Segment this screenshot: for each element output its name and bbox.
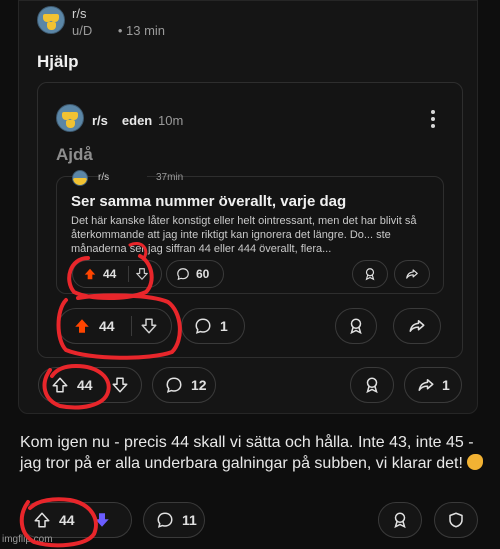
post-title: Hjälp (37, 52, 79, 71)
comment-count: 60 (196, 267, 210, 281)
crosspost-share-button[interactable] (393, 308, 441, 344)
original-vote-pill: 44 (72, 260, 162, 288)
crosspost-subreddit[interactable]: r/s eden (92, 113, 152, 128)
share-icon (417, 376, 435, 394)
comment-count: 11 (182, 512, 197, 528)
imgflip-watermark: imgflip.com (2, 534, 53, 545)
original-share-button[interactable] (394, 260, 430, 288)
crosspost-award-button[interactable] (335, 308, 377, 344)
original-comments-button[interactable]: 60 (166, 260, 224, 288)
post-award-button[interactable] (350, 367, 394, 403)
post-subreddit[interactable]: r/s (72, 6, 147, 21)
original-title: Ser samma nummer överallt, varje dag (71, 193, 347, 210)
comment-award-button[interactable] (378, 502, 422, 538)
original-time: 37min (156, 172, 184, 183)
post-share-button[interactable]: 1 (404, 367, 462, 403)
original-subreddit[interactable]: r/s (98, 172, 148, 183)
post-meta: u/D • 13 min (72, 23, 165, 38)
share-icon (408, 317, 426, 335)
upvote-count: 44 (103, 267, 117, 281)
upvote-icon[interactable] (33, 511, 51, 529)
award-icon (363, 267, 377, 281)
crosspost-comments-button[interactable]: 1 (181, 308, 245, 344)
upvote-icon[interactable] (83, 267, 97, 281)
crosspost-vote-pill: 44 (58, 308, 172, 344)
vote-divider (130, 315, 132, 337)
comment-text: Kom igen nu - precis 44 skall vi sätta o… (20, 432, 488, 474)
upvote-icon[interactable] (73, 317, 91, 335)
award-icon (391, 511, 409, 529)
comment-shield-button[interactable] (434, 502, 478, 538)
comment-icon (156, 511, 174, 529)
comment-count: 1 (220, 318, 228, 334)
downvote-icon[interactable] (93, 511, 111, 529)
comment-icon (194, 317, 212, 335)
crosspost-time: 10m (158, 113, 184, 128)
downvote-icon[interactable] (135, 267, 149, 281)
vote-divider (128, 266, 130, 282)
share-icon (405, 267, 419, 281)
upvote-count: 44 (99, 318, 115, 334)
crosspost-avatar[interactable] (56, 104, 84, 132)
downvote-icon[interactable] (140, 317, 158, 335)
upvote-count: 44 (59, 512, 75, 528)
post-vote-pill: 44 (38, 367, 142, 403)
subreddit-avatar[interactable] (37, 6, 65, 34)
comment-count: 12 (191, 377, 207, 393)
comment-icon (176, 267, 190, 281)
original-award-button[interactable] (352, 260, 388, 288)
comment-icon (165, 376, 183, 394)
award-icon (363, 376, 381, 394)
upvote-count: 44 (77, 377, 93, 393)
post-user[interactable]: u/D (72, 23, 92, 38)
crosspost-title: Ajdå (56, 145, 93, 164)
award-icon (347, 317, 365, 335)
downvote-icon[interactable] (111, 376, 129, 394)
post-time: • 13 min (117, 23, 166, 38)
more-options-icon[interactable] (430, 110, 436, 130)
upvote-icon[interactable] (51, 376, 69, 394)
comment-vote-pill: 44 (20, 502, 132, 538)
original-avatar[interactable] (72, 170, 88, 186)
share-count: 1 (442, 377, 450, 393)
flexed-biceps-emoji (467, 454, 484, 470)
post-comments-button[interactable]: 12 (152, 367, 216, 403)
comment-reply-button[interactable]: 11 (143, 502, 205, 538)
original-body: Det här kanske låter konstigt eller helt… (71, 215, 417, 255)
shield-icon (447, 511, 465, 529)
